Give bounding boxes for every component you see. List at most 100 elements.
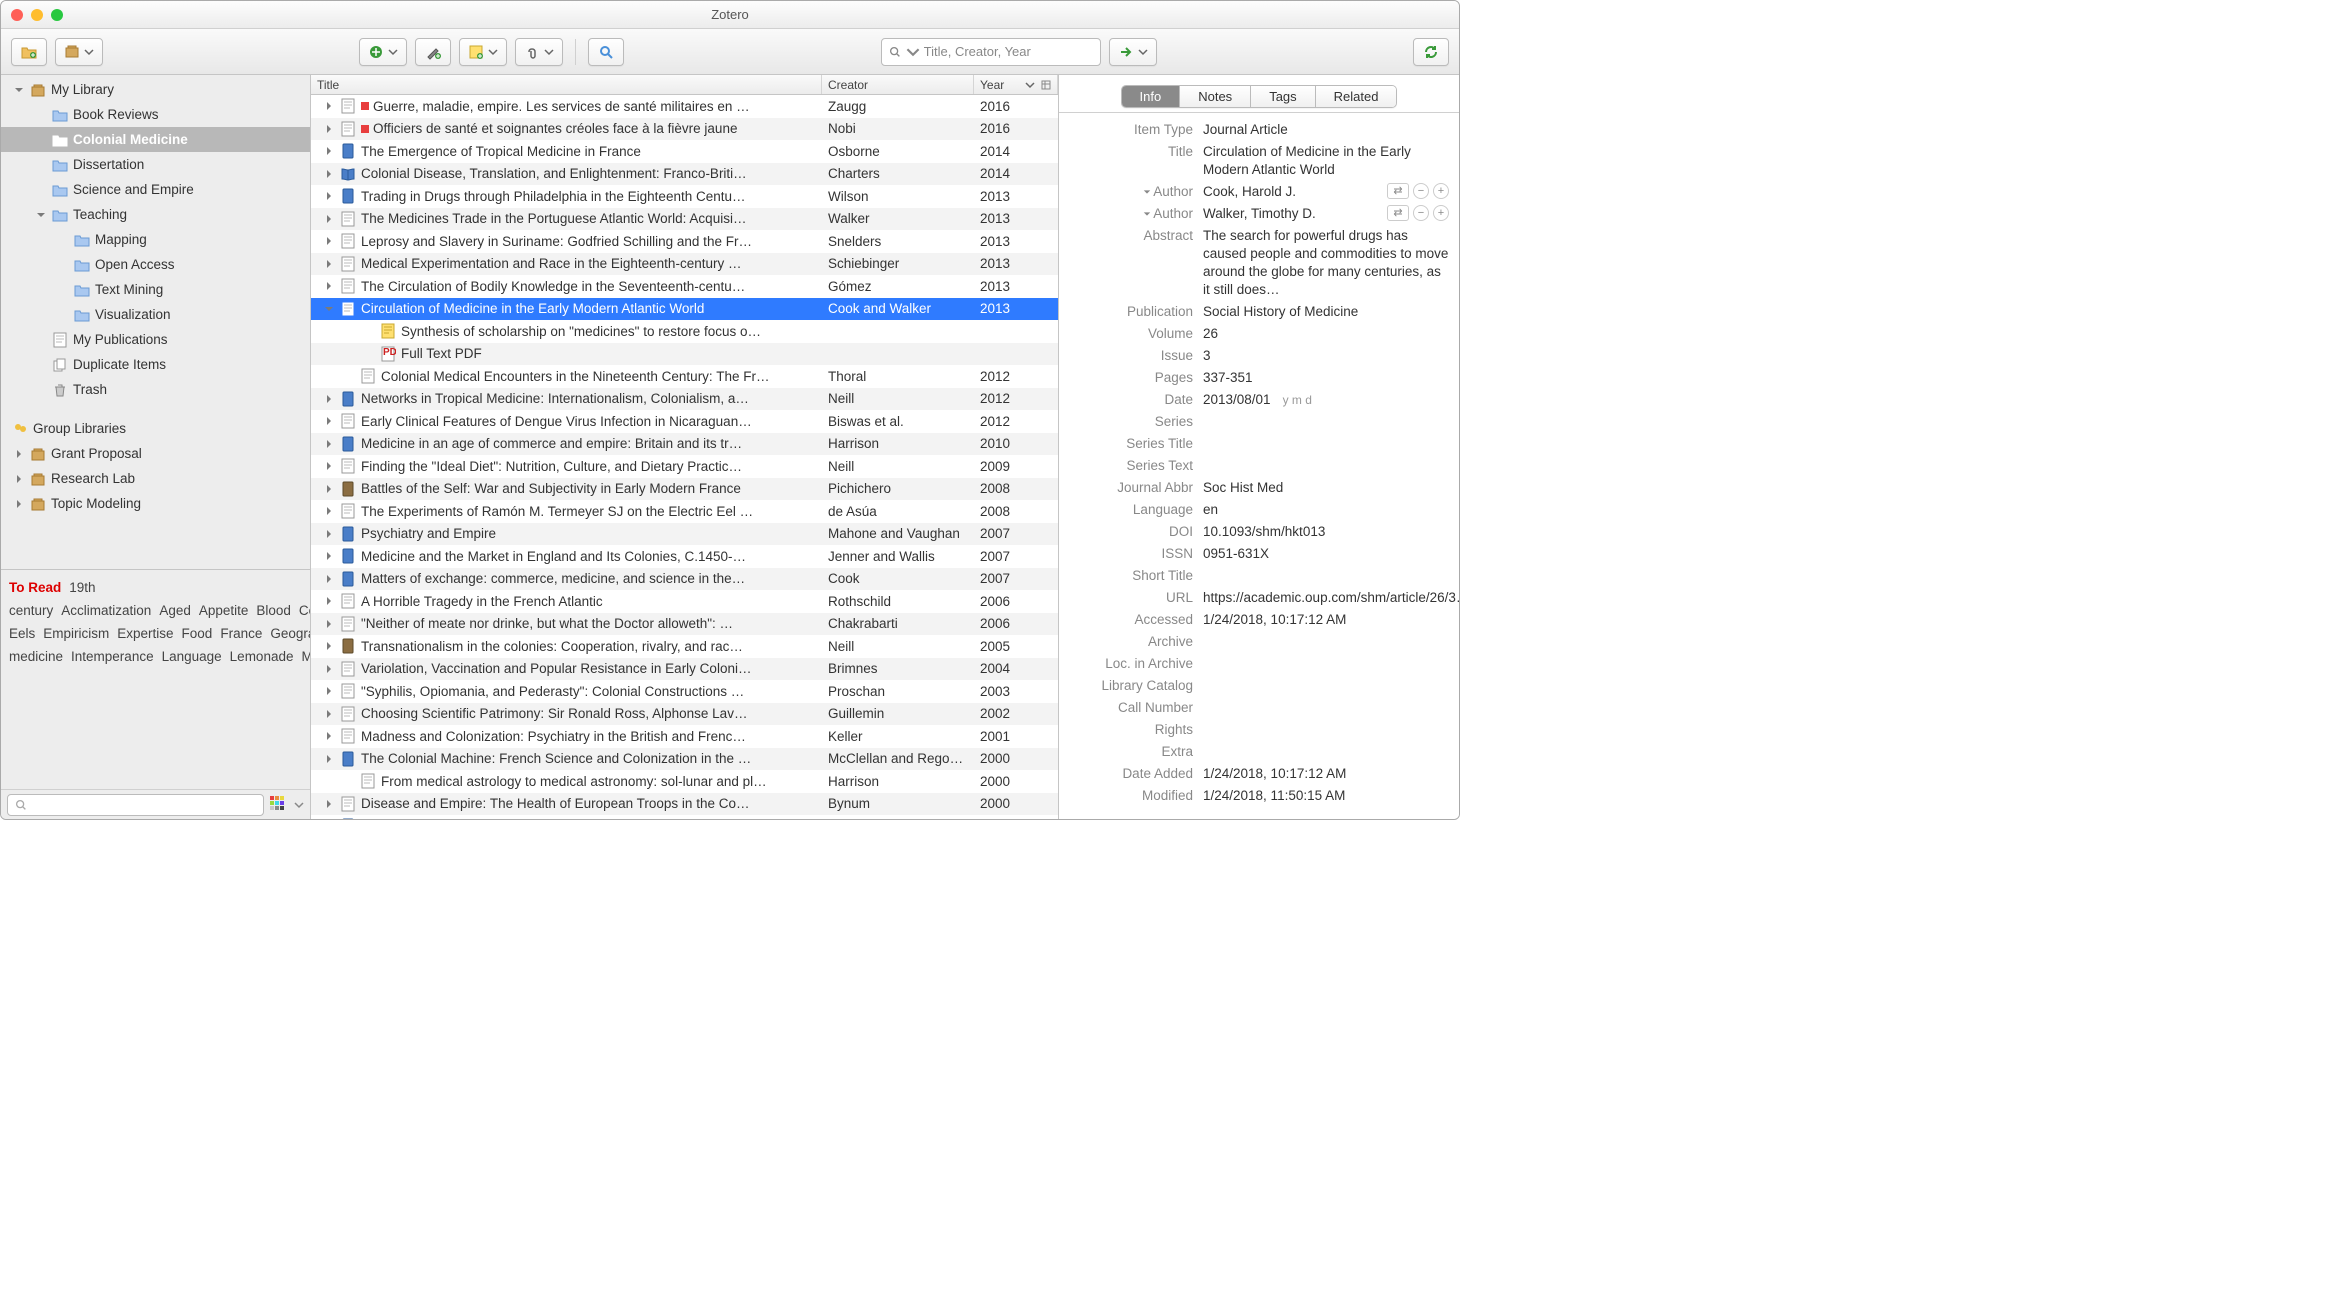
- info-field[interactable]: Library Catalog: [1063, 677, 1449, 695]
- item-row[interactable]: Colonial Medical Encounters in the Ninet…: [311, 365, 1058, 388]
- disclosure-triangle[interactable]: [323, 618, 335, 630]
- info-field[interactable]: DOI 10.1093/shm/hkt013: [1063, 523, 1449, 541]
- tree-item[interactable]: Book Reviews: [1, 102, 310, 127]
- tree-item[interactable]: Topic Modeling: [1, 491, 310, 516]
- disclosure-triangle[interactable]: [323, 145, 335, 157]
- item-tab-related[interactable]: Related: [1316, 86, 1397, 107]
- item-row[interactable]: Madness and Colonization: Psychiatry in …: [311, 725, 1058, 748]
- tree-item[interactable]: Trash: [1, 377, 310, 402]
- item-row[interactable]: Medical Experimentation and Race in the …: [311, 253, 1058, 276]
- tree-item[interactable]: Text Mining: [1, 277, 310, 302]
- remove-author-button[interactable]: −: [1413, 183, 1429, 199]
- tag-item[interactable]: Food: [182, 626, 213, 641]
- info-field[interactable]: Item Type Journal Article: [1063, 121, 1449, 139]
- item-row[interactable]: The Emergence of Tropical Medicine in Fr…: [311, 140, 1058, 163]
- item-row[interactable]: Trading in Drugs through Philadelphia in…: [311, 185, 1058, 208]
- item-row[interactable]: Finding the "Ideal Diet": Nutrition, Cul…: [311, 455, 1058, 478]
- tag-color-picker[interactable]: [270, 796, 288, 814]
- disclosure-triangle[interactable]: [13, 473, 25, 485]
- tag-item[interactable]: Blood: [256, 603, 291, 618]
- item-row[interactable]: Leprosy and Slavery in Suriname: Godfrie…: [311, 230, 1058, 253]
- info-field[interactable]: Language en: [1063, 501, 1449, 519]
- close-window-button[interactable]: [11, 9, 23, 21]
- info-field[interactable]: Short Title: [1063, 567, 1449, 585]
- info-field[interactable]: Accessed 1/24/2018, 10:17:12 AM: [1063, 611, 1449, 629]
- disclosure-triangle[interactable]: [323, 393, 335, 405]
- disclosure-triangle[interactable]: [323, 595, 335, 607]
- new-note-button[interactable]: [459, 38, 507, 66]
- disclosure-triangle[interactable]: [323, 460, 335, 472]
- disclosure-triangle[interactable]: [323, 415, 335, 427]
- item-tab-notes[interactable]: Notes: [1180, 86, 1251, 107]
- tag-item[interactable]: Intemperance: [71, 649, 154, 664]
- tag-item[interactable]: Appetite: [199, 603, 249, 618]
- tag-item[interactable]: Cemetery: [299, 603, 310, 618]
- info-field[interactable]: Publication Social History of Medicine: [1063, 303, 1449, 321]
- new-item-button[interactable]: [359, 38, 407, 66]
- info-field[interactable]: Series Title: [1063, 435, 1449, 453]
- disclosure-triangle[interactable]: [323, 168, 335, 180]
- tag-item[interactable]: Lemonade: [230, 649, 294, 664]
- info-field[interactable]: Title Circulation of Medicine in the Ear…: [1063, 143, 1449, 179]
- info-field[interactable]: Journal Abbr Soc Hist Med: [1063, 479, 1449, 497]
- sync-button[interactable]: [1413, 38, 1449, 66]
- info-field[interactable]: Loc. in Archive: [1063, 655, 1449, 673]
- tree-item[interactable]: Colonial Medicine: [1, 127, 310, 152]
- add-author-button[interactable]: +: [1433, 205, 1449, 221]
- new-collection-button[interactable]: [11, 38, 47, 66]
- swap-name-button[interactable]: ⇄: [1387, 183, 1409, 199]
- locate-button[interactable]: [1109, 38, 1157, 66]
- disclosure-triangle[interactable]: [323, 190, 335, 202]
- item-row[interactable]: "Syphilis, Opiomania, and Pederasty": Co…: [311, 680, 1058, 703]
- item-row[interactable]: Psychiatry and Empire Mahone and Vaughan…: [311, 523, 1058, 546]
- disclosure-triangle[interactable]: [323, 100, 335, 112]
- item-tab-info[interactable]: Info: [1122, 86, 1181, 107]
- info-field[interactable]: Modified 1/24/2018, 11:50:15 AM: [1063, 787, 1449, 805]
- tag-item[interactable]: Empiricism: [43, 626, 109, 641]
- column-creator[interactable]: Creator: [822, 75, 974, 94]
- info-field[interactable]: Issue 3: [1063, 347, 1449, 365]
- item-row[interactable]: The Medicines Trade in the Portuguese At…: [311, 208, 1058, 231]
- info-field[interactable]: Date Added 1/24/2018, 10:17:12 AM: [1063, 765, 1449, 783]
- item-row[interactable]: The Experiments of Ramón M. Termeyer SJ …: [311, 500, 1058, 523]
- item-row[interactable]: Colonial Disease, Translation, and Enlig…: [311, 163, 1058, 186]
- item-row[interactable]: "Neither of meate nor drinke, but what t…: [311, 613, 1058, 636]
- disclosure-triangle[interactable]: [323, 505, 335, 517]
- disclosure-triangle[interactable]: [323, 708, 335, 720]
- disclosure-triangle[interactable]: [323, 663, 335, 675]
- tag-search-input[interactable]: [7, 794, 264, 816]
- info-field[interactable]: Series: [1063, 413, 1449, 431]
- disclosure-triangle[interactable]: [323, 213, 335, 225]
- disclosure-triangle[interactable]: [323, 438, 335, 450]
- tree-item[interactable]: Dissertation: [1, 152, 310, 177]
- info-field[interactable]: Archive: [1063, 633, 1449, 651]
- tree-item[interactable]: My Library: [1, 77, 310, 102]
- tree-item[interactable]: Grant Proposal: [1, 441, 310, 466]
- tag-item[interactable]: Geography: [270, 626, 310, 641]
- tree-item[interactable]: Visualization: [1, 302, 310, 327]
- item-row[interactable]: Medicine in an age of commerce and empir…: [311, 433, 1058, 456]
- tag-item[interactable]: France: [220, 626, 262, 641]
- info-field[interactable]: Pages 337-351: [1063, 369, 1449, 387]
- disclosure-triangle[interactable]: [323, 280, 335, 292]
- tree-item[interactable]: Science and Empire: [1, 177, 310, 202]
- info-field[interactable]: Date 2013/08/01y m d: [1063, 391, 1449, 409]
- tag-item[interactable]: To Read: [9, 580, 61, 595]
- item-row[interactable]: Disease and Empire: The Health of Europe…: [311, 793, 1058, 816]
- item-row[interactable]: Officiers de santé et soignantes créoles…: [311, 118, 1058, 141]
- disclosure-triangle[interactable]: [323, 798, 335, 810]
- disclosure-triangle[interactable]: [323, 123, 335, 135]
- disclosure-triangle[interactable]: [323, 235, 335, 247]
- item-row[interactable]: Battles of the Self: War and Subjectivit…: [311, 478, 1058, 501]
- add-by-identifier-button[interactable]: [415, 38, 451, 66]
- minimize-window-button[interactable]: [31, 9, 43, 21]
- disclosure-triangle[interactable]: [323, 483, 335, 495]
- tree-item[interactable]: My Publications: [1, 327, 310, 352]
- disclosure-triangle[interactable]: [323, 753, 335, 765]
- disclosure-triangle[interactable]: [323, 640, 335, 652]
- item-row[interactable]: Networks in Tropical Medicine: Internati…: [311, 388, 1058, 411]
- item-row[interactable]: Medicine and the Market in England and I…: [311, 545, 1058, 568]
- disclosure-triangle[interactable]: [323, 573, 335, 585]
- info-field[interactable]: Series Text: [1063, 457, 1449, 475]
- item-row[interactable]: A Horrible Tragedy in the French Atlanti…: [311, 590, 1058, 613]
